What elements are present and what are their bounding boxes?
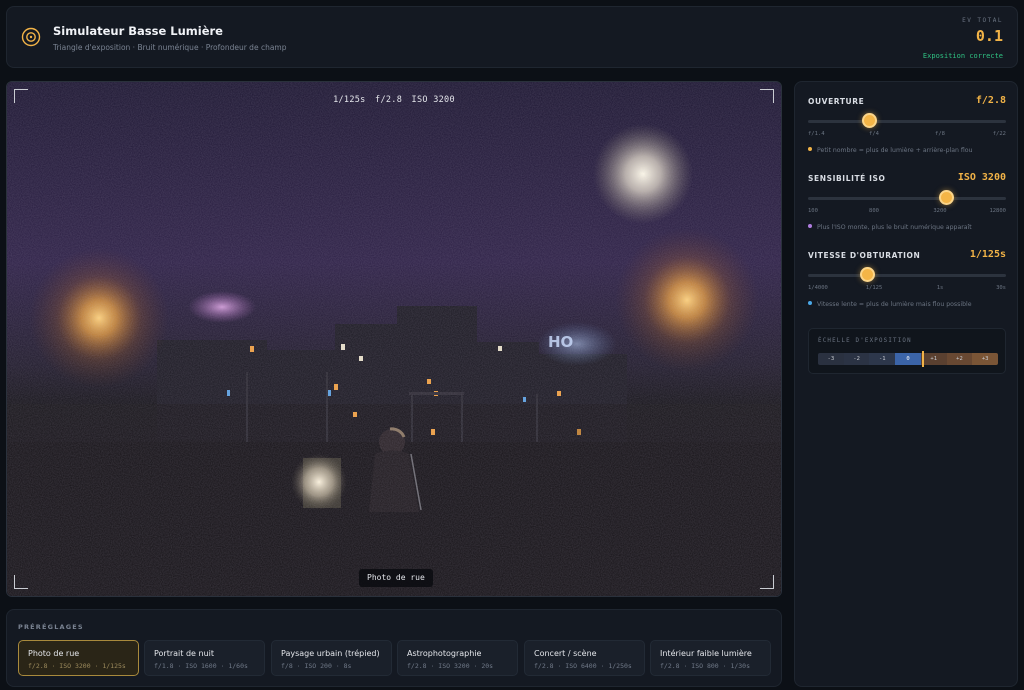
bullet-dot-icon bbox=[808, 301, 812, 305]
iso-tick: 12800 bbox=[989, 208, 1006, 214]
aperture-ticks: f/1.4 f/4 f/8 f/22 bbox=[808, 131, 1006, 139]
photo-viewer: HO 1/125s f/2.8 ISO 3200 Photo de rue bbox=[6, 81, 782, 597]
preset-settings: f/1.8 · ISO 1600 · 1/60s bbox=[154, 662, 248, 670]
scale-step: 0 bbox=[895, 353, 921, 365]
shutter-value: 1/125s bbox=[969, 249, 1006, 260]
exposure-marker bbox=[922, 351, 925, 367]
shutter-hint-text: Vitesse lente = plus de lumière mais flo… bbox=[817, 301, 972, 308]
ev-total-value: 0.1 bbox=[975, 27, 1003, 45]
exposure-scale-title: ÉCHELLE D'EXPOSITION bbox=[818, 338, 912, 344]
settings-panel: OUVERTURE f/2.8 f/1.4 f/4 f/8 f/22 Petit… bbox=[794, 81, 1018, 687]
shutter-tick: 1/125 bbox=[865, 285, 883, 291]
neon-sign-text: HO bbox=[548, 333, 573, 351]
frame-corner bbox=[760, 89, 774, 103]
aperture-hint: Petit nombre = plus de lumière + arrière… bbox=[808, 147, 973, 154]
iso-hint-text: Plus l'ISO monte, plus le bruit numériqu… bbox=[817, 224, 972, 231]
exposure-scale: ÉCHELLE D'EXPOSITION -3 -2 -1 0 +1 +2 +3 bbox=[808, 328, 1006, 374]
preset-name: Concert / scène bbox=[534, 649, 597, 658]
frame-corner bbox=[14, 575, 28, 589]
preset-name: Portrait de nuit bbox=[154, 649, 214, 658]
preset-name: Photo de rue bbox=[28, 649, 80, 658]
exposure-status: Exposition correcte bbox=[922, 52, 1003, 60]
iso-label: SENSIBILITÉ ISO bbox=[808, 174, 886, 183]
preset-settings: f/2.8 · ISO 3200 · 20s bbox=[407, 662, 494, 670]
aperture-slider-thumb[interactable] bbox=[861, 113, 877, 128]
scale-step: +2 bbox=[946, 353, 973, 365]
iso-slider-thumb[interactable] bbox=[939, 190, 955, 205]
iso-ticks: 100 800 3200 12800 bbox=[808, 208, 1006, 216]
scale-step: -1 bbox=[869, 353, 896, 365]
aperture-logo-icon bbox=[21, 27, 41, 47]
scale-step: +3 bbox=[972, 353, 998, 365]
exif-aperture: f/2.8 bbox=[375, 95, 403, 105]
ev-total-label: EV TOTAL bbox=[962, 17, 1003, 24]
scene-label: Photo de rue bbox=[359, 569, 433, 587]
presets-panel: PRÉRÉGLAGES Photo de rue f/2.8 · ISO 320… bbox=[6, 609, 782, 687]
shutter-label: VITESSE D'OBTURATION bbox=[808, 251, 921, 260]
iso-tick: 100 bbox=[808, 208, 818, 214]
preset-name: Intérieur faible lumière bbox=[660, 649, 752, 658]
iso-tick: 800 bbox=[869, 208, 879, 214]
scale-step: +1 bbox=[920, 353, 947, 365]
shutter-hint: Vitesse lente = plus de lumière mais flo… bbox=[808, 301, 972, 308]
scale-step: -2 bbox=[843, 353, 870, 365]
presets-title: PRÉRÉGLAGES bbox=[18, 623, 84, 631]
iso-slider-track[interactable] bbox=[808, 197, 1006, 200]
preset-astrophotographie[interactable]: Astrophotographie f/2.8 · ISO 3200 · 20s bbox=[397, 640, 518, 676]
bullet-dot-icon bbox=[808, 224, 812, 228]
exif-iso: ISO 3200 bbox=[411, 95, 455, 105]
night-street-scene: HO bbox=[7, 82, 781, 596]
preset-settings: f/8 · ISO 200 · 8s bbox=[281, 662, 352, 670]
aperture-hint-text: Petit nombre = plus de lumière + arrière… bbox=[817, 147, 973, 154]
bullet-dot-icon bbox=[808, 147, 812, 151]
app-header: Simulateur Basse Lumière Triangle d'expo… bbox=[6, 6, 1018, 68]
preset-interieur-faible-lumiere[interactable]: Intérieur faible lumière f/2.8 · ISO 800… bbox=[650, 640, 771, 676]
preset-portrait-de-nuit[interactable]: Portrait de nuit f/1.8 · ISO 1600 · 1/60… bbox=[144, 640, 265, 676]
aperture-slider-track[interactable] bbox=[808, 120, 1006, 123]
frame-corner bbox=[760, 575, 774, 589]
aperture-tick: f/4 bbox=[869, 131, 879, 137]
shutter-tick: 1s bbox=[936, 285, 944, 291]
aperture-label: OUVERTURE bbox=[808, 97, 865, 106]
shutter-ticks: 1/4000 1/125 1s 30s bbox=[808, 285, 1006, 293]
shutter-tick: 1/4000 bbox=[808, 285, 828, 291]
preset-name: Astrophotographie bbox=[407, 649, 482, 658]
exif-shutter: 1/125s bbox=[333, 95, 366, 105]
preset-concert-scene[interactable]: Concert / scène f/2.8 · ISO 6400 · 1/250… bbox=[524, 640, 645, 676]
preset-settings: f/2.8 · ISO 800 · 1/30s bbox=[660, 662, 751, 670]
iso-tick: 3200 bbox=[933, 208, 947, 214]
app-title: Simulateur Basse Lumière bbox=[53, 24, 223, 38]
aperture-tick: f/22 bbox=[992, 131, 1006, 137]
shutter-slider-track[interactable] bbox=[808, 274, 1006, 277]
preset-photo-de-rue[interactable]: Photo de rue f/2.8 · ISO 3200 · 1/125s bbox=[18, 640, 139, 676]
app-subtitle: Triangle d'exposition · Bruit numérique … bbox=[53, 43, 287, 52]
iso-hint: Plus l'ISO monte, plus le bruit numériqu… bbox=[808, 224, 972, 231]
exif-overlay: 1/125s f/2.8 ISO 3200 bbox=[7, 95, 781, 105]
iso-value: ISO 3200 bbox=[957, 172, 1006, 183]
preset-paysage-urbain[interactable]: Paysage urbain (trépied) f/8 · ISO 200 ·… bbox=[271, 640, 392, 676]
shutter-slider-thumb[interactable] bbox=[859, 267, 875, 282]
aperture-tick: f/8 bbox=[935, 131, 945, 137]
shutter-tick: 30s bbox=[996, 285, 1006, 291]
preset-settings: f/2.8 · ISO 6400 · 1/250s bbox=[534, 662, 632, 670]
aperture-tick: f/1.4 bbox=[808, 131, 825, 137]
preset-settings: f/2.8 · ISO 3200 · 1/125s bbox=[28, 662, 126, 670]
aperture-value: f/2.8 bbox=[975, 95, 1006, 106]
exposure-scale-bar: -3 -2 -1 0 +1 +2 +3 bbox=[818, 353, 998, 365]
scale-step: -3 bbox=[818, 353, 844, 365]
frame-corner bbox=[14, 89, 28, 103]
preset-name: Paysage urbain (trépied) bbox=[281, 649, 380, 658]
